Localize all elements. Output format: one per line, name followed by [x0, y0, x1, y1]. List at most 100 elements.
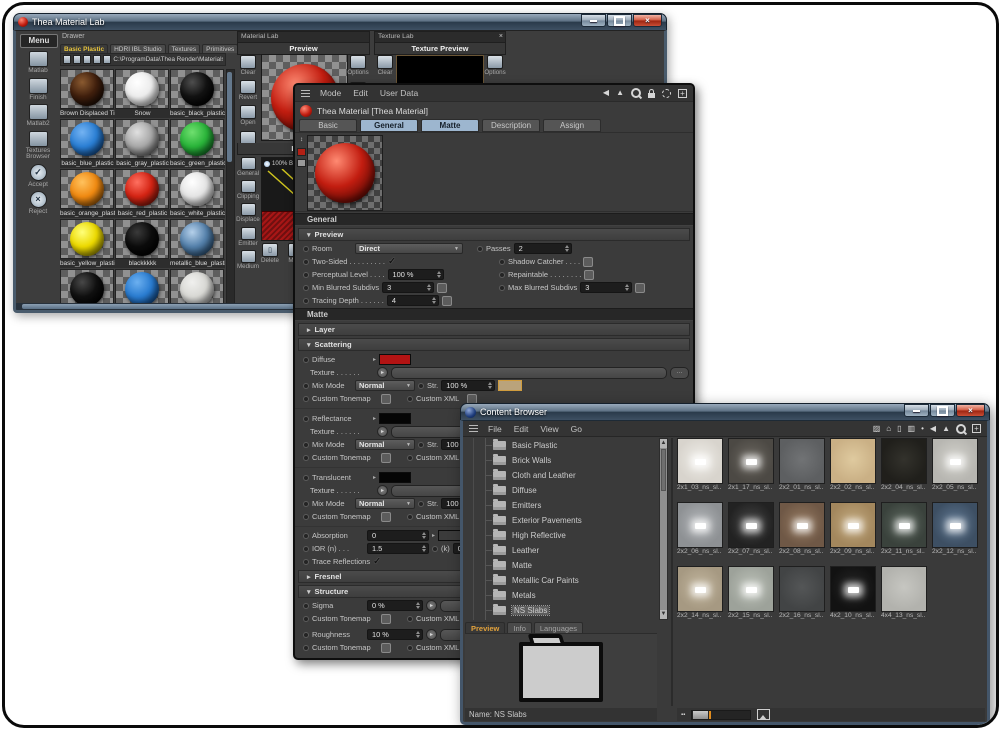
layer-type-button[interactable]: Medium	[238, 250, 258, 270]
trash-icon[interactable]: ▯	[897, 424, 901, 434]
updown-icon[interactable]: ↕	[300, 135, 303, 145]
tree-item[interactable]: Matte	[465, 558, 657, 573]
thumbnail-cell[interactable]: 2x2_11_ns_sl..	[881, 502, 927, 564]
section-matte[interactable]: Matte	[295, 308, 693, 321]
tree-item[interactable]: Brick Walls	[465, 453, 657, 468]
drawer-tab[interactable]: Textures	[168, 44, 201, 53]
absorption-field[interactable]: 0	[367, 530, 429, 541]
custom-tonemap-checkbox[interactable]	[381, 394, 391, 404]
layer-type-button[interactable]: General	[238, 157, 258, 177]
toolbar-icon[interactable]	[93, 55, 101, 64]
color-swatch[interactable]	[379, 354, 411, 365]
triangle-icon[interactable]: ▸	[373, 356, 376, 363]
tree-item[interactable]: Basic Plastic	[465, 438, 657, 453]
maximize-button[interactable]	[930, 404, 955, 417]
red-chip-icon[interactable]	[297, 148, 306, 156]
triangle-icon[interactable]: ▸	[373, 474, 376, 481]
attribute-tab[interactable]: General	[360, 119, 418, 132]
menu-item[interactable]: Go	[571, 424, 582, 434]
spinner-arrows-icon[interactable]	[429, 297, 436, 304]
subsection-layer[interactable]: Layer	[298, 323, 690, 336]
close-button[interactable]: ×	[633, 14, 662, 27]
menu-item[interactable]: File	[488, 424, 502, 434]
menu-item[interactable]: User Data	[380, 88, 418, 98]
color-swatch[interactable]	[379, 472, 411, 483]
tree-item[interactable]: Emitters	[465, 498, 657, 513]
spinner-arrows-icon[interactable]	[562, 245, 569, 252]
attribute-tab[interactable]: Matte	[421, 119, 479, 132]
layer-type-button[interactable]: Displace	[238, 203, 258, 223]
drawer-vertical-scrollbar[interactable]	[226, 69, 235, 309]
thumbnail-cell[interactable]: 2x2_04_ns_sl..	[881, 438, 927, 500]
custom-tonemap-checkbox[interactable]	[381, 453, 391, 463]
gray-chip-icon[interactable]	[297, 159, 306, 167]
tree-item[interactable]: Metallic Car Paints	[465, 573, 657, 588]
texture-browse-button[interactable]: ...	[670, 367, 689, 379]
small-thumbs-icon[interactable]: ▪▪	[681, 710, 685, 720]
thumbnail-cell[interactable]: 2x2_01_ns_sl..	[779, 438, 825, 500]
texture-field[interactable]	[391, 367, 667, 379]
section-general[interactable]: General	[295, 213, 693, 226]
drawer-tab[interactable]: Primitives	[202, 44, 238, 53]
material-lab-titlebar[interactable]: Thea Material Lab ×	[13, 13, 667, 30]
custom-tonemap-checkbox[interactable]	[381, 643, 391, 653]
tracing-field[interactable]: 4	[387, 295, 439, 306]
close-button[interactable]: ×	[956, 404, 985, 417]
thumbnail-cell[interactable]: 2x2_06_ns_sl..	[677, 502, 723, 564]
bottom-tab[interactable]: Languages	[534, 622, 583, 633]
triangle-icon[interactable]: ▸	[373, 415, 376, 422]
thumbnail-cell[interactable]: 2x2_15_ns_sl..	[728, 566, 774, 628]
back-icon[interactable]: ◀	[930, 424, 936, 434]
menu-item[interactable]: View	[540, 424, 558, 434]
thumbnail-cell[interactable]: 4x4_13_ns_sl..	[881, 566, 927, 628]
spinner-arrows-icon[interactable]	[419, 545, 426, 552]
sidebar-item[interactable]: Textures Browser	[20, 131, 56, 161]
tree-item[interactable]: Diffuse	[465, 483, 657, 498]
subsection-preview[interactable]: Preview	[298, 228, 690, 241]
large-thumbs-icon[interactable]	[757, 709, 770, 720]
menu-item[interactable]: Mode	[320, 88, 341, 98]
attribute-tab[interactable]: Basic	[299, 119, 357, 132]
drawer-tab[interactable]: Basic Plastic	[60, 44, 108, 53]
thumbnail-cell[interactable]: 2x2_14_ns_sl..	[677, 566, 723, 628]
mix-mode-dropdown[interactable]: Normal▼	[355, 498, 415, 509]
tree-item[interactable]: NS Slabs	[465, 603, 657, 618]
menu-item[interactable]: Edit	[353, 88, 368, 98]
min-blurred-field[interactable]: 3	[382, 282, 434, 293]
material-cell[interactable]: Snow	[115, 69, 170, 119]
material-cell[interactable]: blackkkkk	[115, 219, 170, 269]
panel-button[interactable]: Clear	[238, 55, 258, 76]
material-cell[interactable]: basic_gray_plastic	[115, 119, 170, 169]
perceptual-field[interactable]: 100 %	[388, 269, 444, 280]
panel-divider[interactable]	[671, 438, 673, 706]
max-blurred-checkbox[interactable]	[635, 283, 645, 293]
thumbnail-cell[interactable]: 2x2_02_ns_sl..	[830, 438, 876, 500]
menu-button[interactable]: Menu	[20, 34, 58, 48]
panel-button[interactable]: Open	[238, 105, 258, 126]
tracing-checkbox[interactable]	[442, 296, 452, 306]
toolbar-icon[interactable]	[73, 55, 81, 64]
toolbar-icon[interactable]	[103, 55, 111, 64]
maximize-button[interactable]	[607, 14, 632, 27]
scrollbar-thumb[interactable]	[661, 449, 666, 491]
thumbnail-cell[interactable]: 4x2_10_ns_sl..	[830, 566, 876, 628]
mix-mode-dropdown[interactable]: Normal▼	[355, 439, 415, 450]
texture-arrow-button[interactable]: ▸	[377, 426, 388, 437]
tree-item[interactable]: Leather	[465, 543, 657, 558]
tree-item[interactable]: Metals	[465, 588, 657, 603]
texture-options-button[interactable]: Options	[485, 55, 505, 76]
thumbnail-cell[interactable]: 2x1_17_ns_sl..	[728, 438, 774, 500]
sidebar-item[interactable]: ✓ Accept	[20, 164, 56, 189]
custom-tonemap-checkbox[interactable]	[381, 614, 391, 624]
back-icon[interactable]: ◀	[603, 88, 609, 98]
add-icon[interactable]: +	[972, 424, 981, 433]
ior-field[interactable]: 1.5	[367, 543, 429, 554]
drawer-tab[interactable]: HDRI IBL Studio	[110, 44, 165, 53]
thumbnail-size-slider[interactable]	[691, 710, 751, 720]
layer-type-button[interactable]: Clipping	[238, 180, 258, 200]
min-blurred-checkbox[interactable]	[437, 283, 447, 293]
passes-field[interactable]: 2	[514, 243, 572, 254]
scroll-down-icon[interactable]: ▼	[660, 610, 667, 619]
max-blurred-field[interactable]: 3	[580, 282, 632, 293]
color-swatch[interactable]	[379, 413, 411, 424]
